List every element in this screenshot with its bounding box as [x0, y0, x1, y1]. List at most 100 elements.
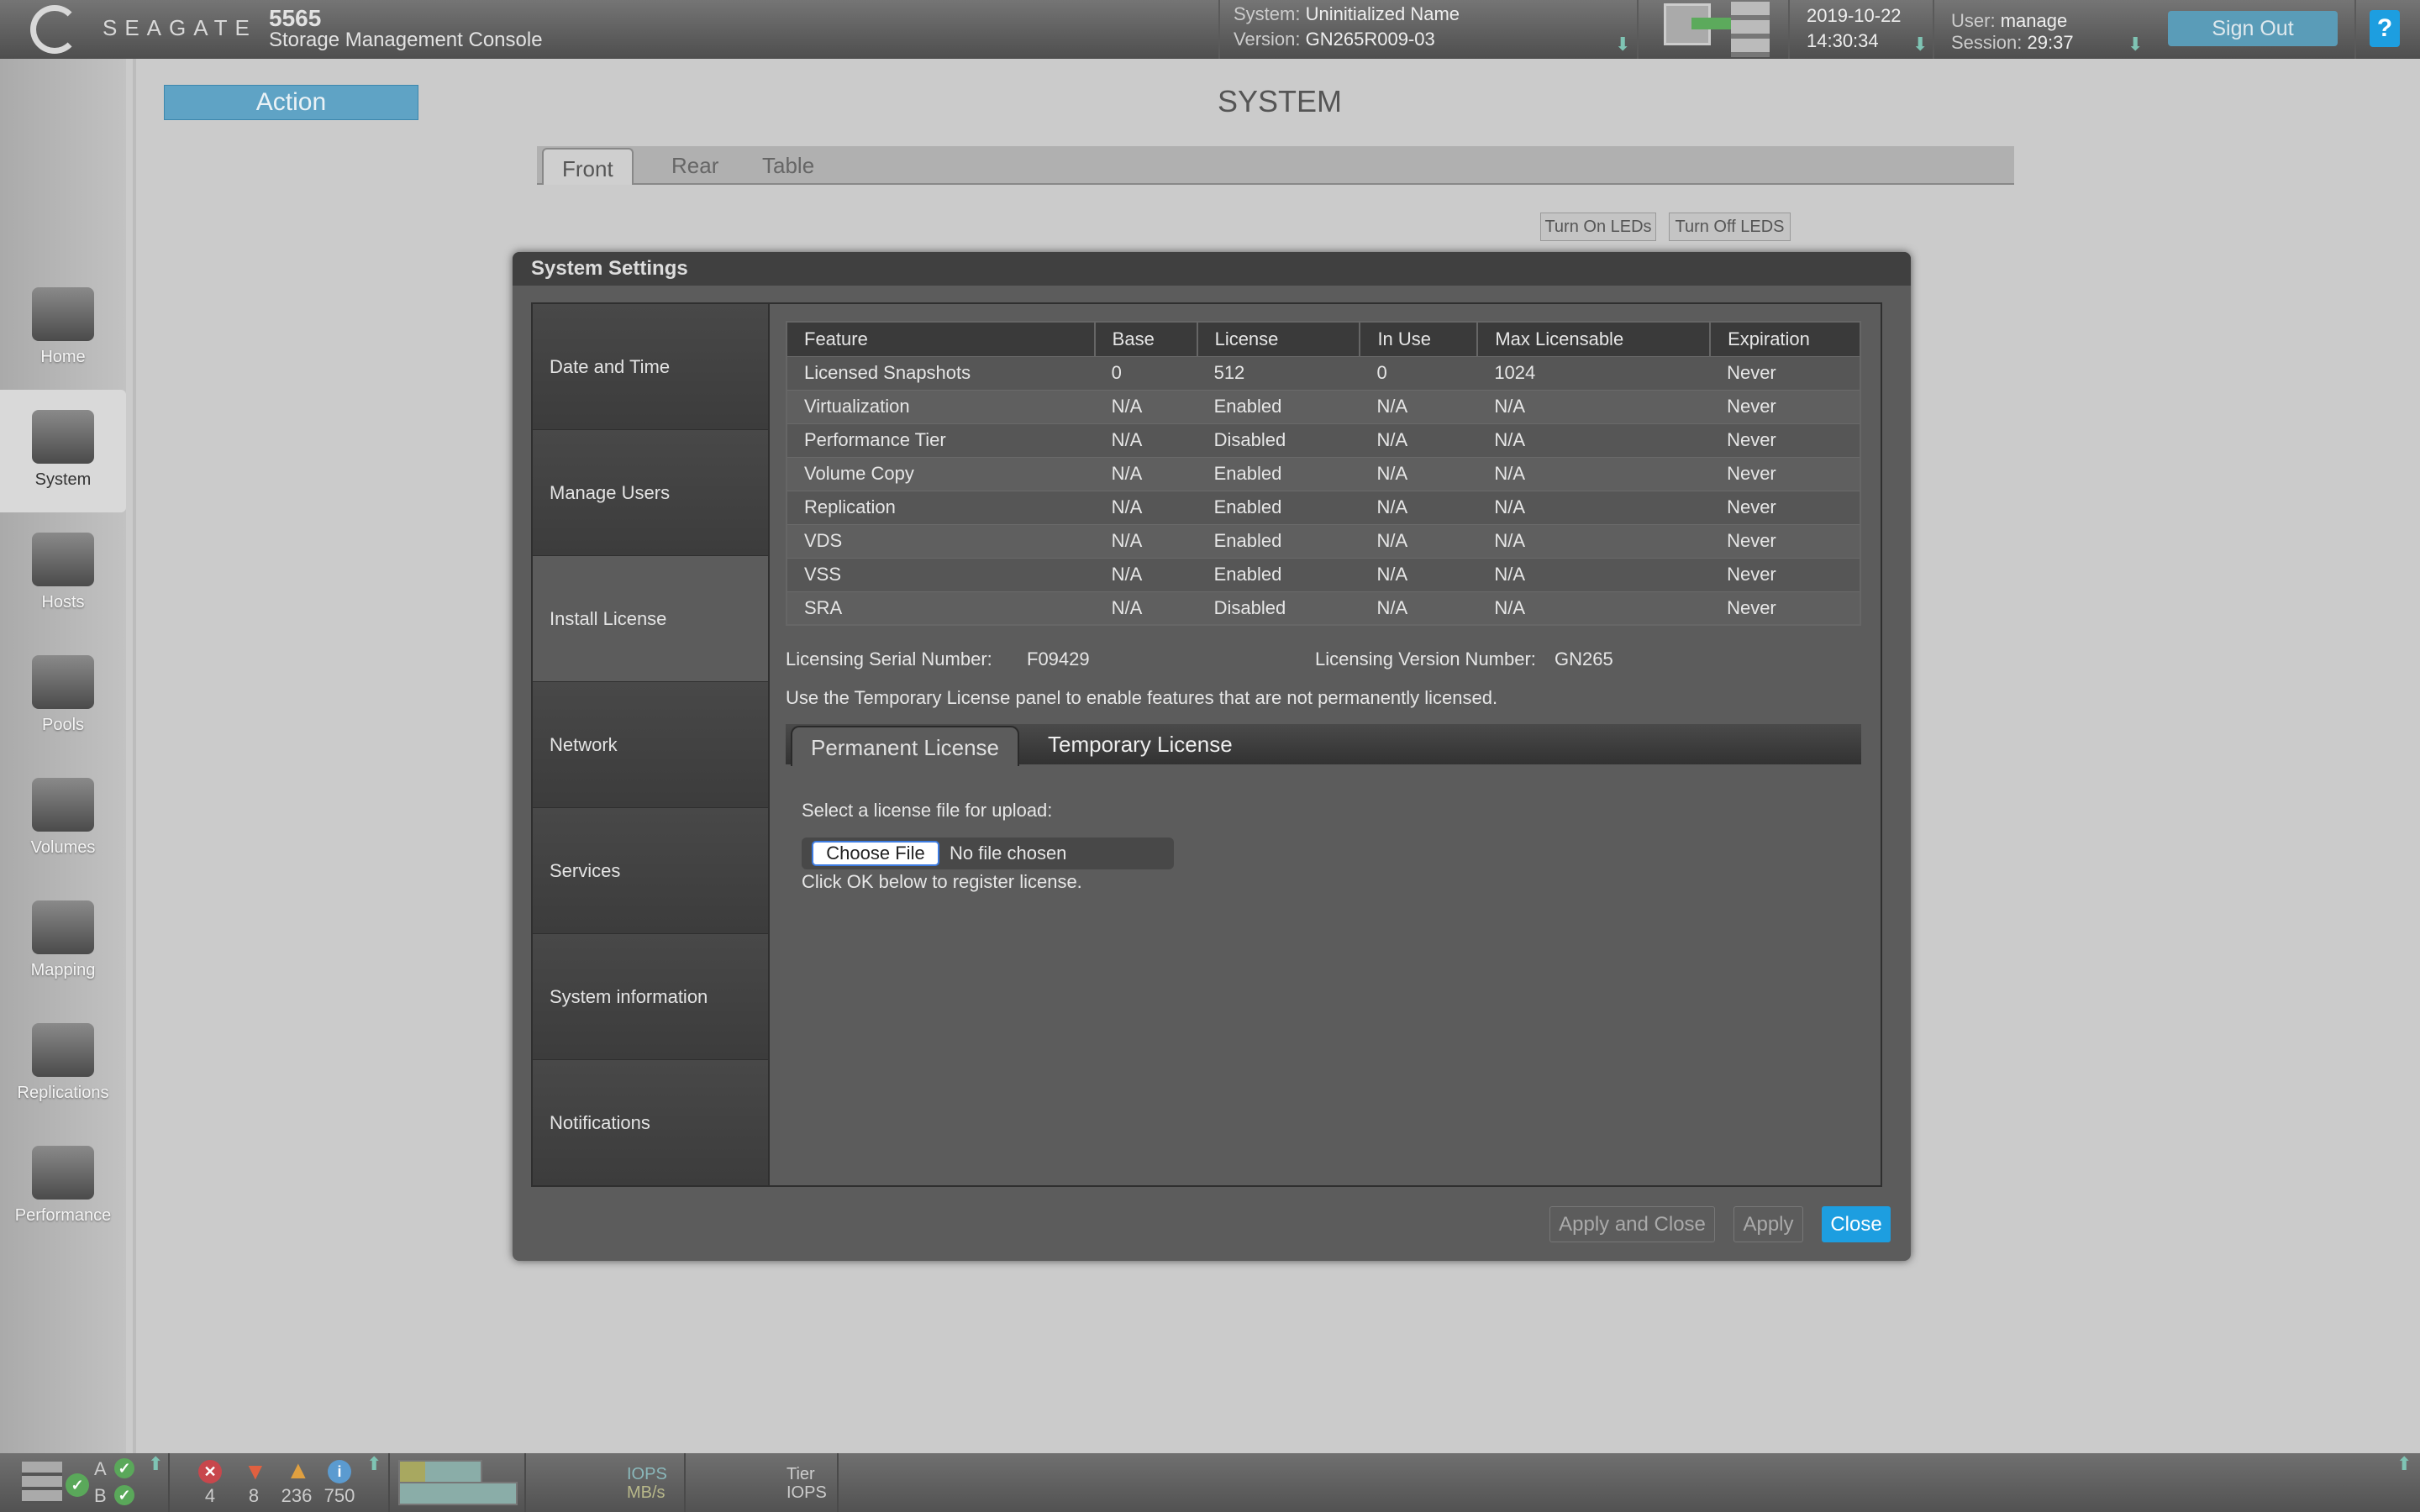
tab-temporary-license[interactable]: Temporary License [1029, 724, 1251, 764]
column-header[interactable]: In Use [1360, 322, 1479, 356]
tab-rear[interactable]: Rear [653, 146, 737, 185]
tab-permanent-license[interactable]: Permanent License [791, 726, 1020, 766]
register-note: Click OK below to register license. [802, 871, 1082, 892]
divider [1788, 0, 1790, 59]
apply-button[interactable]: Apply [1733, 1206, 1803, 1242]
capacity-bar[interactable] [398, 1460, 482, 1483]
error-icon[interactable]: ✕ [198, 1460, 222, 1483]
choose-file-button[interactable]: Choose File [812, 841, 939, 866]
license-table: Feature Base License In Use Max Licensable Ex… [786, 321, 1861, 626]
table-row[interactable]: VDS N/A Enabled N/A N/A Never [786, 523, 1860, 558]
settings-nav-manage-users[interactable]: Manage Users [533, 430, 768, 556]
settings-nav-network[interactable]: Network [533, 682, 768, 808]
help-button[interactable]: ? [2370, 10, 2400, 47]
tier-label: Tier [786, 1465, 815, 1483]
arrow-up-icon[interactable]: ⬆ [148, 1453, 163, 1475]
table-row[interactable]: VSS N/A Enabled N/A N/A Never [786, 557, 1860, 591]
action-button[interactable]: Action [164, 85, 418, 120]
settings-nav-date-and-time[interactable]: Date and Time [533, 304, 768, 430]
table-row[interactable]: Licensed Snapshots 0 512 0 1024 Never [786, 355, 1860, 390]
arrow-down-icon[interactable]: ⬇ [1615, 34, 1630, 55]
serial-value: F09429 [1027, 648, 1090, 669]
column-header[interactable]: Base [1094, 322, 1198, 356]
divider [524, 1453, 526, 1512]
table-cell: VSS [786, 557, 1095, 591]
arrow-down-icon[interactable]: ⬇ [1912, 34, 1928, 55]
table-cell: Never [1710, 355, 1860, 390]
warning-count: 236 [281, 1485, 313, 1506]
table-cell: N/A [1360, 591, 1478, 625]
system-name[interactable]: System: Uninitialized Name [1234, 3, 1460, 25]
sidebar-item-performance[interactable]: Performance [0, 1126, 126, 1248]
table-cell: N/A [1477, 389, 1711, 423]
settings-nav-services[interactable]: Services [533, 808, 768, 934]
table-cell: Volume Copy [786, 456, 1095, 491]
warning-icon[interactable]: ▲ [286, 1457, 311, 1485]
close-button[interactable]: Close [1822, 1206, 1891, 1242]
divider [1218, 0, 1220, 59]
arrow-up-icon[interactable]: ⬆ [366, 1453, 381, 1475]
tab-table[interactable]: Table [744, 146, 833, 185]
settings-nav-notifications[interactable]: Notifications [533, 1060, 768, 1186]
turn-on-leds-button[interactable]: Turn On LEDs [1540, 213, 1656, 241]
server-icon [1731, 2, 1770, 57]
table-row[interactable]: SRA N/A Disabled N/A N/A Never [786, 591, 1860, 625]
apply-and-close-button[interactable]: Apply and Close [1549, 1206, 1715, 1242]
table-cell: VDS [786, 523, 1095, 558]
seagate-logo-icon [30, 5, 79, 54]
arrow-up-icon[interactable]: ⬆ [2396, 1453, 2412, 1475]
dialog-title: System Settings [513, 252, 1911, 286]
arrow-down-icon[interactable]: ⬇ [2128, 34, 2143, 55]
turn-off-leds-button[interactable]: Turn Off LEDS [1669, 213, 1791, 241]
table-row[interactable]: Performance Tier N/A Disabled N/A N/A Never [786, 423, 1860, 457]
table-cell: 1024 [1477, 355, 1711, 390]
sidebar-item-home[interactable]: Home [0, 267, 126, 390]
table-cell: Enabled [1197, 557, 1360, 591]
settings-nav-install-license[interactable]: Install License [533, 556, 768, 682]
table-cell: Performance Tier [786, 423, 1095, 457]
table-row[interactable]: Replication N/A Enabled N/A N/A Never [786, 490, 1860, 524]
table-row[interactable]: Virtualization N/A Enabled N/A N/A Never [786, 389, 1860, 423]
sidebar-item-volumes[interactable]: Volumes [0, 758, 126, 880]
tab-front[interactable]: Front [542, 148, 634, 185]
sidebar-item-pools[interactable]: Pools [0, 635, 126, 758]
table-cell: N/A [1094, 389, 1197, 423]
status-bar: ✓ A ✓ B ✓ ⬆ ✕ 4 ▼ 8 ▲ 236 i 750 ⬆ IOPS M… [0, 1453, 2420, 1512]
column-header[interactable]: Expiration [1710, 322, 1861, 356]
date: 2019-10-22 [1807, 5, 1902, 26]
divider [133, 59, 136, 1453]
sidebar-item-label: Replications [17, 1084, 109, 1102]
host-connection-icon[interactable] [1664, 3, 1733, 45]
column-header[interactable]: Max Licensable [1477, 322, 1712, 356]
mapping-icon [32, 900, 94, 954]
column-header[interactable]: License [1197, 322, 1361, 356]
table-cell: 512 [1197, 355, 1360, 390]
info-icon[interactable]: i [328, 1460, 351, 1483]
sidebar-item-system[interactable]: System [0, 390, 126, 512]
column-header[interactable]: Feature [786, 322, 1096, 356]
controller-a-label: A [94, 1458, 107, 1479]
table-cell: N/A [1360, 557, 1478, 591]
sidebar-item-label: Home [40, 348, 86, 366]
system-icon [32, 410, 94, 464]
table-cell: Virtualization [786, 389, 1095, 423]
settings-nav-system-information[interactable]: System information [533, 934, 768, 1060]
divider [684, 1453, 686, 1512]
divider [2354, 0, 2356, 59]
sidebar-item-replications[interactable]: Replications [0, 1003, 126, 1126]
capacity-bar[interactable] [398, 1482, 518, 1505]
critical-icon[interactable]: ▼ [244, 1458, 267, 1485]
table-row[interactable]: Volume Copy N/A Enabled N/A N/A Never [786, 456, 1860, 491]
brand-logo: SEAGATE [103, 15, 257, 40]
sidebar-item-label: Volumes [30, 838, 96, 857]
sidebar-item-mapping[interactable]: Mapping [0, 880, 126, 1003]
iops-label: IOPS [627, 1465, 667, 1483]
sidebar-item-label: Hosts [41, 593, 85, 612]
enclosure-icon[interactable] [22, 1462, 62, 1504]
table-cell: N/A [1477, 557, 1711, 591]
table-cell: 0 [1094, 355, 1197, 390]
sign-out-button[interactable]: Sign Out [2168, 11, 2338, 46]
table-cell: Never [1710, 523, 1860, 558]
sidebar-item-hosts[interactable]: Hosts [0, 512, 126, 635]
license-file-input[interactable]: Choose File No file chosen [802, 837, 1174, 869]
